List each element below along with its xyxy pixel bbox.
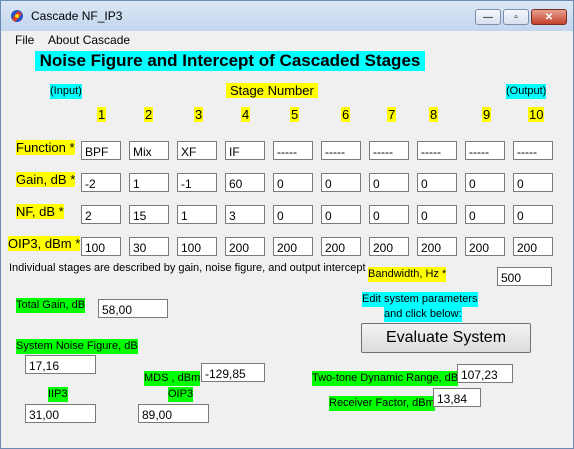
system-noise-figure-label: System Noise Figure, dB — [16, 339, 138, 354]
output-label: (Output) — [506, 84, 547, 99]
function-input-stage-5[interactable] — [273, 141, 313, 160]
oip3-input-stage-6[interactable] — [321, 237, 361, 256]
oip3-result-output — [138, 404, 209, 423]
nf-input-stage-9[interactable] — [465, 205, 505, 224]
oip3-input-stage-7[interactable] — [369, 237, 409, 256]
gain-input-stage-7[interactable] — [369, 173, 409, 192]
input-label: (Input) — [50, 84, 82, 99]
gain-input-stage-3[interactable] — [177, 173, 217, 192]
page-title: Noise Figure and Intercept of Cascaded S… — [35, 51, 425, 71]
gain-input-stage-4[interactable] — [225, 173, 265, 192]
edit-hint-line-2: and click below: — [384, 307, 462, 322]
oip3-input-stage-8[interactable] — [417, 237, 457, 256]
gain-row-label: Gain, dB * — [16, 172, 76, 187]
stage-number-7: 7 — [387, 107, 397, 122]
stage-number-9: 9 — [482, 107, 492, 122]
function-input-stage-8[interactable] — [417, 141, 457, 160]
function-input-stage-4[interactable] — [225, 141, 265, 160]
oip3-input-stage-5[interactable] — [273, 237, 313, 256]
mds-label: MDS , dBm — [144, 371, 201, 386]
stage-number-10: 10 — [528, 107, 545, 122]
iip3-label: IIP3 — [48, 387, 68, 402]
function-row-label: Function * — [16, 140, 75, 155]
function-input-stage-2[interactable] — [129, 141, 169, 160]
nf-input-stage-7[interactable] — [369, 205, 409, 224]
nf-input-stage-10[interactable] — [513, 205, 553, 224]
gain-input-stage-5[interactable] — [273, 173, 313, 192]
bandwidth-input[interactable] — [497, 267, 552, 286]
gain-input-stage-10[interactable] — [513, 173, 553, 192]
menu-bar: File About Cascade — [1, 31, 573, 49]
menu-about-cascade[interactable]: About Cascade — [48, 33, 130, 47]
nf-input-stage-5[interactable] — [273, 205, 313, 224]
two-tone-dynamic-range-output — [457, 364, 513, 383]
mds-output — [201, 363, 265, 382]
oip3-input-stage-10[interactable] — [513, 237, 553, 256]
edit-hint-line-1: Edit system parameters — [362, 292, 478, 307]
gain-input-stage-6[interactable] — [321, 173, 361, 192]
bandwidth-label: Bandwidth, Hz * — [368, 267, 447, 282]
oip3-input-stage-4[interactable] — [225, 237, 265, 256]
gain-input-stage-8[interactable] — [417, 173, 457, 192]
gain-input-stage-1[interactable] — [81, 173, 121, 192]
close-button[interactable]: ✕ — [531, 9, 567, 25]
two-tone-dynamic-range-label: Two-tone Dynamic Range, dB — [312, 371, 459, 386]
oip3-input-stage-9[interactable] — [465, 237, 505, 256]
evaluate-system-button[interactable]: Evaluate System — [361, 323, 531, 353]
iip3-output — [25, 404, 96, 423]
function-input-stage-9[interactable] — [465, 141, 505, 160]
system-noise-figure-output — [25, 355, 96, 374]
stage-number-3: 3 — [194, 107, 204, 122]
stage-number-2: 2 — [144, 107, 154, 122]
function-input-stage-3[interactable] — [177, 141, 217, 160]
stage-number-6: 6 — [341, 107, 351, 122]
nf-input-stage-3[interactable] — [177, 205, 217, 224]
oip3-input-stage-1[interactable] — [81, 237, 121, 256]
stage-number-8: 8 — [429, 107, 439, 122]
receiver-factor-output — [433, 388, 481, 407]
app-window: Cascade NF_IP3 — ▫ ✕ File About Cascade … — [0, 0, 574, 449]
description-text: Individual stages are described by gain,… — [9, 262, 372, 274]
maximize-button[interactable]: ▫ — [503, 9, 529, 25]
stage-number-4: 4 — [241, 107, 251, 122]
nf-input-stage-2[interactable] — [129, 205, 169, 224]
gain-input-stage-9[interactable] — [465, 173, 505, 192]
function-input-stage-6[interactable] — [321, 141, 361, 160]
nf-row-label: NF, dB * — [16, 204, 64, 219]
stage-number-5: 5 — [290, 107, 300, 122]
total-gain-label: Total Gain, dB — [16, 298, 86, 313]
oip3-input-stage-2[interactable] — [129, 237, 169, 256]
gain-input-stage-2[interactable] — [129, 173, 169, 192]
minimize-button[interactable]: — — [475, 9, 501, 25]
stage-number-label: Stage Number — [226, 83, 318, 98]
menu-file[interactable]: File — [15, 33, 34, 47]
app-icon — [11, 10, 23, 22]
stage-number-1: 1 — [97, 107, 107, 122]
nf-input-stage-6[interactable] — [321, 205, 361, 224]
function-input-stage-7[interactable] — [369, 141, 409, 160]
nf-input-stage-8[interactable] — [417, 205, 457, 224]
function-input-stage-10[interactable] — [513, 141, 553, 160]
oip3-result-label: OIP3 — [168, 387, 194, 402]
title-bar[interactable]: Cascade NF_IP3 — ▫ ✕ — [1, 1, 573, 31]
function-input-stage-1[interactable] — [81, 141, 121, 160]
oip3-input-stage-3[interactable] — [177, 237, 217, 256]
nf-input-stage-4[interactable] — [225, 205, 265, 224]
receiver-factor-label: Receiver Factor, dBm — [329, 396, 435, 411]
total-gain-output — [98, 299, 168, 318]
window-title: Cascade NF_IP3 — [31, 9, 123, 23]
nf-input-stage-1[interactable] — [81, 205, 121, 224]
oip3-row-label: OIP3, dBm * — [8, 236, 81, 251]
